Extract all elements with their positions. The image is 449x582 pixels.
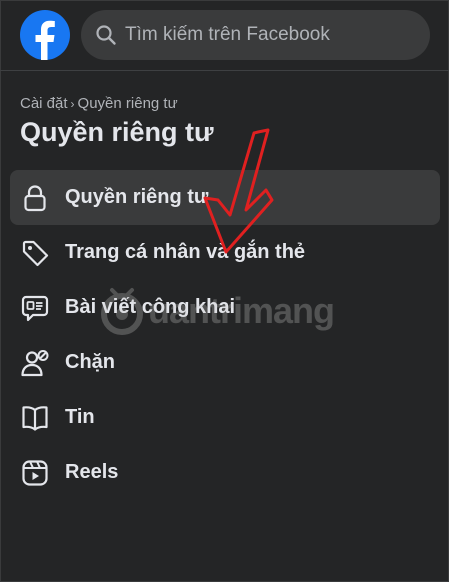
breadcrumb: Cài đặt › Quyền riêng tư — [20, 95, 178, 112]
page-title: Quyền riêng tư — [20, 117, 214, 147]
menu-item-label: Chặn — [65, 351, 115, 373]
header-divider — [0, 70, 449, 71]
menu-item-stories[interactable]: Tin — [10, 390, 440, 445]
menu-item-label: Trang cá nhân và gắn thẻ — [65, 241, 306, 263]
search-bar[interactable]: Tìm kiếm trên Facebook — [81, 10, 430, 60]
menu-item-blocking[interactable]: Chặn — [10, 335, 440, 390]
watermark: uantrimang — [98, 282, 335, 342]
menu-item-label: Tin — [65, 406, 95, 428]
top-bar: Tìm kiếm trên Facebook — [0, 0, 449, 70]
breadcrumb-current: Quyền riêng tư — [77, 95, 178, 112]
search-input[interactable]: Tìm kiếm trên Facebook — [125, 10, 330, 60]
public-post-icon — [20, 293, 50, 323]
menu-item-profile-and-tagging[interactable]: Trang cá nhân và gắn thẻ — [10, 225, 440, 280]
menu-item-privacy[interactable]: Quyền riêng tư — [10, 170, 440, 225]
quantrimang-logo-icon — [101, 288, 143, 335]
breadcrumb-parent-link[interactable]: Cài đặt — [20, 95, 68, 112]
lock-icon — [20, 183, 50, 213]
tag-icon — [20, 238, 50, 268]
reels-icon — [20, 458, 50, 488]
menu-item-reels[interactable]: Reels — [10, 445, 440, 500]
breadcrumb-separator: › — [70, 97, 75, 111]
menu-item-label: Reels — [65, 461, 119, 483]
facebook-logo-icon[interactable] — [20, 10, 70, 60]
watermark-text: uantrimang — [148, 290, 335, 331]
search-icon — [95, 24, 117, 46]
block-user-icon — [20, 348, 50, 378]
menu-item-label: Quyền riêng tư — [65, 186, 209, 208]
book-icon — [20, 403, 50, 433]
